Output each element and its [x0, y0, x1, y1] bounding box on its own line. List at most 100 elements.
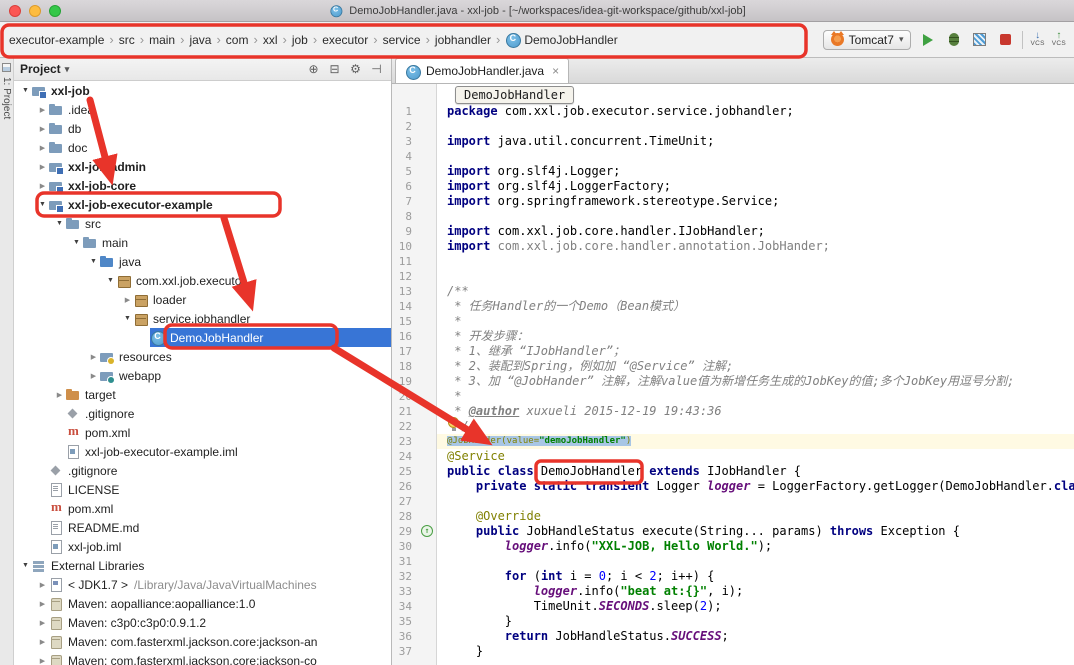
tree-item[interactable]: ▼xxl-job-executor-example — [14, 195, 391, 214]
code-line[interactable] — [437, 209, 1074, 224]
override-marker-icon[interactable]: ↑ — [421, 525, 433, 537]
code-line[interactable]: public class DemoJobHandler extends IJob… — [437, 464, 1074, 479]
breadcrumb-item[interactable]: executor — [319, 31, 371, 49]
project-tool-window-button[interactable]: 1: Project — [1, 77, 12, 119]
gutter-line-number[interactable]: 13 — [392, 284, 436, 299]
gutter-line-number[interactable]: 2 — [392, 119, 436, 134]
gutter-line-number[interactable]: 10 — [392, 239, 436, 254]
gutter-line-number[interactable]: 35 — [392, 614, 436, 629]
tree-item[interactable]: LICENSE — [14, 480, 391, 499]
code-line[interactable]: * — [437, 389, 1074, 404]
tree-item[interactable]: pom.xml — [14, 423, 391, 442]
code-line[interactable]: import org.slf4j.Logger; — [437, 164, 1074, 179]
chevron-expanded-icon[interactable]: ▼ — [71, 239, 82, 246]
gutter-line-number[interactable]: 27 — [392, 494, 436, 509]
tree-item[interactable]: .gitignore — [14, 404, 391, 423]
vcs-commit-button[interactable]: ↑ VCS — [1052, 31, 1066, 48]
chevron-collapsed-icon[interactable]: ▶ — [37, 619, 48, 627]
breadcrumb-item[interactable]: java — [186, 31, 214, 49]
tree-item[interactable]: ▶loader — [14, 290, 391, 309]
chevron-expanded-icon[interactable]: ▼ — [122, 315, 133, 322]
coverage-button[interactable] — [970, 30, 989, 49]
gutter-line-number[interactable]: 29↑ — [392, 524, 436, 539]
chevron-expanded-icon[interactable]: ▼ — [20, 87, 31, 94]
gutter-line-number[interactable]: 23 — [392, 434, 436, 449]
stop-button[interactable] — [996, 30, 1015, 49]
gutter-line-number[interactable]: 9 — [392, 224, 436, 239]
breadcrumb-item[interactable]: job — [289, 31, 311, 49]
gutter-line-number[interactable]: 26 — [392, 479, 436, 494]
gutter-line-number[interactable]: 34 — [392, 599, 436, 614]
tree-item[interactable]: ▶Maven: c3p0:c3p0:0.9.1.2 — [14, 613, 391, 632]
chevron-collapsed-icon[interactable]: ▶ — [37, 182, 48, 190]
gutter-line-number[interactable]: 1 — [392, 104, 436, 119]
breadcrumb-item[interactable]: src — [116, 31, 138, 49]
gutter-line-number[interactable]: 3 — [392, 134, 436, 149]
chevron-expanded-icon[interactable]: ▼ — [105, 277, 116, 284]
chevron-collapsed-icon[interactable]: ▶ — [54, 391, 65, 399]
settings-gear-icon[interactable]: ⚙ — [347, 62, 364, 76]
code-line[interactable] — [437, 254, 1074, 269]
gutter-line-number[interactable]: 18 — [392, 359, 436, 374]
code-line[interactable]: package com.xxl.job.executor.service.job… — [437, 104, 1074, 119]
code-line[interactable]: * 开发步骤： — [437, 329, 1074, 344]
tree-item[interactable]: ▶target — [14, 385, 391, 404]
code-line[interactable]: import com.xxl.job.core.handler.annotati… — [437, 239, 1074, 254]
gutter-line-number[interactable]: 19 — [392, 374, 436, 389]
tree-item[interactable]: ▶< JDK1.7 >/Library/Java/JavaVirtualMach… — [14, 575, 391, 594]
maximize-window-button[interactable] — [49, 5, 61, 17]
breadcrumb-item[interactable]: com — [223, 31, 252, 49]
close-window-button[interactable] — [9, 5, 21, 17]
gutter-line-number[interactable]: 21 — [392, 404, 436, 419]
close-tab-icon[interactable]: × — [552, 64, 559, 78]
gutter-line-number[interactable]: 5 — [392, 164, 436, 179]
tree-item[interactable]: ▶Maven: aopalliance:aopalliance:1.0 — [14, 594, 391, 613]
tree-item[interactable]: ▼java — [14, 252, 391, 271]
tree-item[interactable]: ▼src — [14, 214, 391, 233]
chevron-collapsed-icon[interactable]: ▶ — [37, 163, 48, 171]
project-tool-window-icon[interactable] — [2, 63, 11, 72]
code-line[interactable]: import org.springframework.stereotype.Se… — [437, 194, 1074, 209]
chevron-collapsed-icon[interactable]: ▶ — [37, 144, 48, 152]
code-line[interactable] — [437, 554, 1074, 569]
chevron-collapsed-icon[interactable]: ▶ — [37, 106, 48, 114]
tree-item[interactable]: ▼xxl-job — [14, 81, 391, 100]
code-line[interactable]: import java.util.concurrent.TimeUnit; — [437, 134, 1074, 149]
chevron-collapsed-icon[interactable]: ▶ — [37, 600, 48, 608]
collapse-all-icon[interactable]: ⊟ — [326, 62, 343, 76]
tree-item[interactable]: ▶Maven: com.fasterxml.jackson.core:jacks… — [14, 651, 391, 665]
gutter-line-number[interactable]: 16 — [392, 329, 436, 344]
tree-item[interactable]: ▶webapp — [14, 366, 391, 385]
breadcrumb-item[interactable]: executor-example — [6, 31, 107, 49]
breadcrumb-item[interactable]: xxl — [260, 31, 281, 49]
code-line[interactable]: import com.xxl.job.core.handler.IJobHand… — [437, 224, 1074, 239]
code-line[interactable]: import org.slf4j.LoggerFactory; — [437, 179, 1074, 194]
editor-tab[interactable]: DemoJobHandler.java × — [395, 58, 569, 83]
run-button[interactable] — [918, 30, 937, 49]
tree-item[interactable]: README.md — [14, 518, 391, 537]
gutter-line-number[interactable]: 22 — [392, 419, 436, 434]
project-view-dropdown[interactable]: Project ▾ — [20, 62, 69, 76]
code-line[interactable]: * 任务Handler的一个Demo（Bean模式） — [437, 299, 1074, 314]
code-line[interactable]: * 1、继承 “IJobHandler”； — [437, 344, 1074, 359]
tree-item[interactable]: ▶Maven: com.fasterxml.jackson.core:jacks… — [14, 632, 391, 651]
code-line[interactable]: @JobHander(value="demoJobHandler") — [437, 434, 1074, 449]
gutter-line-number[interactable]: 32 — [392, 569, 436, 584]
gutter-line-number[interactable]: 8 — [392, 209, 436, 224]
gutter-line-number[interactable]: 7 — [392, 194, 436, 209]
tree-item[interactable]: ▼External Libraries — [14, 556, 391, 575]
tree-item[interactable]: pom.xml — [14, 499, 391, 518]
tree-item[interactable]: xxl-job.iml — [14, 537, 391, 556]
tree-item[interactable]: ▶.idea — [14, 100, 391, 119]
gutter-line-number[interactable]: 31 — [392, 554, 436, 569]
breadcrumb-item[interactable]: service — [380, 31, 424, 49]
chevron-expanded-icon[interactable]: ▼ — [88, 258, 99, 265]
chevron-collapsed-icon[interactable]: ▶ — [88, 353, 99, 361]
tree-item[interactable]: ▼com.xxl.job.executor — [14, 271, 391, 290]
chevron-expanded-icon[interactable]: ▼ — [20, 562, 31, 569]
chevron-collapsed-icon[interactable]: ▶ — [122, 296, 133, 304]
tree-item[interactable]: DemoJobHandler — [14, 328, 391, 347]
chevron-collapsed-icon[interactable]: ▶ — [37, 657, 48, 665]
code-line[interactable]: @Service — [437, 449, 1074, 464]
minimize-window-button[interactable] — [29, 5, 41, 17]
